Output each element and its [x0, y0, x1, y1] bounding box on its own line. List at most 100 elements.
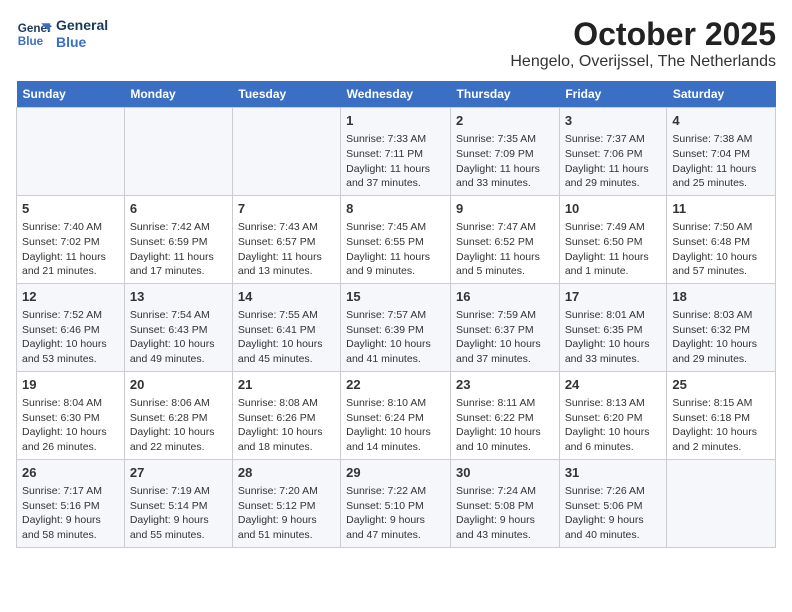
day-info: Sunrise: 8:11 AM	[456, 396, 554, 411]
col-sunday: Sunday	[17, 81, 125, 108]
day-cell: 16Sunrise: 7:59 AMSunset: 6:37 PMDayligh…	[451, 283, 560, 371]
day-number: 23	[456, 376, 554, 394]
col-thursday: Thursday	[451, 81, 560, 108]
calendar-header: Sunday Monday Tuesday Wednesday Thursday…	[17, 81, 776, 108]
day-info: Sunrise: 7:17 AM	[22, 484, 119, 499]
day-cell: 22Sunrise: 8:10 AMSunset: 6:24 PMDayligh…	[341, 371, 451, 459]
day-info: Sunset: 5:10 PM	[346, 499, 445, 514]
day-info: Sunset: 6:30 PM	[22, 411, 119, 426]
day-cell: 27Sunrise: 7:19 AMSunset: 5:14 PMDayligh…	[124, 459, 232, 547]
day-info: Sunrise: 7:59 AM	[456, 308, 554, 323]
day-cell: 6Sunrise: 7:42 AMSunset: 6:59 PMDaylight…	[124, 195, 232, 283]
day-info: Sunset: 6:22 PM	[456, 411, 554, 426]
day-info: Sunset: 6:55 PM	[346, 235, 445, 250]
day-info: Sunrise: 7:50 AM	[672, 220, 770, 235]
logo-line1: General	[56, 17, 108, 34]
logo-icon: General Blue	[16, 16, 52, 52]
day-info: Sunrise: 8:08 AM	[238, 396, 335, 411]
day-cell: 2Sunrise: 7:35 AMSunset: 7:09 PMDaylight…	[451, 108, 560, 196]
day-info: Sunset: 6:32 PM	[672, 323, 770, 338]
col-tuesday: Tuesday	[232, 81, 340, 108]
day-info: Daylight: 11 hours and 25 minutes.	[672, 162, 770, 191]
day-info: Daylight: 9 hours and 58 minutes.	[22, 513, 119, 542]
day-cell: 21Sunrise: 8:08 AMSunset: 6:26 PMDayligh…	[232, 371, 340, 459]
day-number: 4	[672, 112, 770, 130]
day-number: 19	[22, 376, 119, 394]
day-cell: 12Sunrise: 7:52 AMSunset: 6:46 PMDayligh…	[17, 283, 125, 371]
day-info: Sunrise: 8:15 AM	[672, 396, 770, 411]
day-info: Daylight: 11 hours and 5 minutes.	[456, 250, 554, 279]
day-cell: 28Sunrise: 7:20 AMSunset: 5:12 PMDayligh…	[232, 459, 340, 547]
day-cell: 17Sunrise: 8:01 AMSunset: 6:35 PMDayligh…	[559, 283, 667, 371]
day-number: 15	[346, 288, 445, 306]
day-info: Daylight: 10 hours and 18 minutes.	[238, 425, 335, 454]
day-number: 21	[238, 376, 335, 394]
day-info: Daylight: 10 hours and 10 minutes.	[456, 425, 554, 454]
day-info: Sunrise: 8:03 AM	[672, 308, 770, 323]
day-info: Sunrise: 7:45 AM	[346, 220, 445, 235]
day-info: Sunset: 6:39 PM	[346, 323, 445, 338]
day-info: Sunset: 7:09 PM	[456, 147, 554, 162]
day-cell: 31Sunrise: 7:26 AMSunset: 5:06 PMDayligh…	[559, 459, 667, 547]
day-number: 9	[456, 200, 554, 218]
day-info: Sunset: 7:06 PM	[565, 147, 662, 162]
day-info: Sunset: 5:06 PM	[565, 499, 662, 514]
day-cell: 8Sunrise: 7:45 AMSunset: 6:55 PMDaylight…	[341, 195, 451, 283]
day-info: Daylight: 11 hours and 1 minute.	[565, 250, 662, 279]
day-cell: 14Sunrise: 7:55 AMSunset: 6:41 PMDayligh…	[232, 283, 340, 371]
day-number: 16	[456, 288, 554, 306]
day-info: Sunset: 6:50 PM	[565, 235, 662, 250]
calendar-body: 1Sunrise: 7:33 AMSunset: 7:11 PMDaylight…	[17, 108, 776, 548]
day-number: 7	[238, 200, 335, 218]
day-number: 17	[565, 288, 662, 306]
logo-line2: Blue	[56, 34, 108, 51]
day-info: Daylight: 11 hours and 9 minutes.	[346, 250, 445, 279]
day-info: Daylight: 10 hours and 41 minutes.	[346, 337, 445, 366]
day-info: Sunset: 6:35 PM	[565, 323, 662, 338]
day-cell	[667, 459, 776, 547]
day-info: Sunrise: 7:55 AM	[238, 308, 335, 323]
day-info: Daylight: 9 hours and 43 minutes.	[456, 513, 554, 542]
col-saturday: Saturday	[667, 81, 776, 108]
day-cell: 19Sunrise: 8:04 AMSunset: 6:30 PMDayligh…	[17, 371, 125, 459]
day-info: Sunrise: 7:20 AM	[238, 484, 335, 499]
day-info: Sunset: 6:24 PM	[346, 411, 445, 426]
day-info: Sunrise: 7:38 AM	[672, 132, 770, 147]
day-info: Daylight: 10 hours and 37 minutes.	[456, 337, 554, 366]
day-info: Sunrise: 7:35 AM	[456, 132, 554, 147]
col-monday: Monday	[124, 81, 232, 108]
day-number: 14	[238, 288, 335, 306]
day-info: Daylight: 10 hours and 29 minutes.	[672, 337, 770, 366]
day-info: Sunset: 5:08 PM	[456, 499, 554, 514]
day-number: 3	[565, 112, 662, 130]
day-info: Daylight: 10 hours and 45 minutes.	[238, 337, 335, 366]
day-cell: 5Sunrise: 7:40 AMSunset: 7:02 PMDaylight…	[17, 195, 125, 283]
day-info: Daylight: 10 hours and 22 minutes.	[130, 425, 227, 454]
day-cell	[17, 108, 125, 196]
day-cell: 23 Sunrise: 8:11 AMSunset: 6:22 PMDayligh…	[451, 371, 560, 459]
week-row-2: 5Sunrise: 7:40 AMSunset: 7:02 PMDaylight…	[17, 195, 776, 283]
day-info: Sunset: 6:57 PM	[238, 235, 335, 250]
logo: General Blue General Blue	[16, 16, 108, 52]
day-cell: 13Sunrise: 7:54 AMSunset: 6:43 PMDayligh…	[124, 283, 232, 371]
day-info: Sunset: 7:02 PM	[22, 235, 119, 250]
day-info: Daylight: 11 hours and 37 minutes.	[346, 162, 445, 191]
day-cell: 30Sunrise: 7:24 AMSunset: 5:08 PMDayligh…	[451, 459, 560, 547]
day-cell: 26Sunrise: 7:17 AMSunset: 5:16 PMDayligh…	[17, 459, 125, 547]
col-wednesday: Wednesday	[341, 81, 451, 108]
day-info: Sunrise: 7:22 AM	[346, 484, 445, 499]
day-number: 20	[130, 376, 227, 394]
page-title: October 2025	[510, 16, 776, 53]
day-info: Daylight: 9 hours and 40 minutes.	[565, 513, 662, 542]
day-cell: 1Sunrise: 7:33 AMSunset: 7:11 PMDaylight…	[341, 108, 451, 196]
day-cell: 29Sunrise: 7:22 AMSunset: 5:10 PMDayligh…	[341, 459, 451, 547]
day-info: Daylight: 11 hours and 21 minutes.	[22, 250, 119, 279]
day-info: Daylight: 10 hours and 6 minutes.	[565, 425, 662, 454]
day-info: Daylight: 9 hours and 55 minutes.	[130, 513, 227, 542]
day-number: 5	[22, 200, 119, 218]
day-number: 18	[672, 288, 770, 306]
day-cell	[124, 108, 232, 196]
day-info: Daylight: 10 hours and 49 minutes.	[130, 337, 227, 366]
day-info: Daylight: 10 hours and 2 minutes.	[672, 425, 770, 454]
day-info: Sunset: 6:52 PM	[456, 235, 554, 250]
